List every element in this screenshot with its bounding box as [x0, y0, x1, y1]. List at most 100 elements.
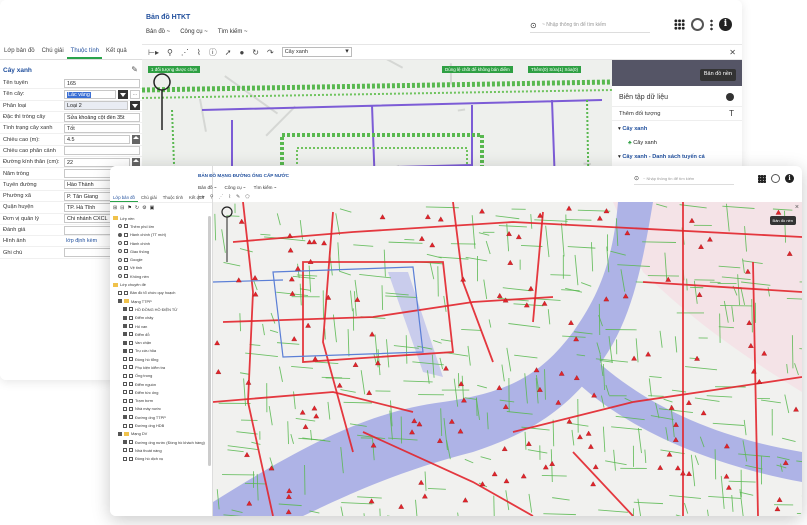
layer-swatch-icon[interactable] [129, 456, 133, 461]
tab-legend[interactable]: Chú giải [38, 44, 67, 59]
layer-swatch-icon[interactable] [129, 398, 133, 403]
select-tool-icon[interactable]: ⊢▸ [198, 194, 205, 200]
layer-tree-item[interactable]: Google [110, 255, 212, 263]
layer-tree-item[interactable]: Lớp chuyên đề [110, 280, 212, 288]
text-tool-icon[interactable]: T [729, 109, 734, 118]
checkbox[interactable] [123, 423, 127, 428]
polyline-tool-icon[interactable]: ⌇ [229, 194, 231, 200]
dropdown-arrow-icon[interactable] [118, 89, 128, 99]
more-vertical-icon[interactable] [710, 18, 713, 31]
redo-tool-icon[interactable]: ↷ [267, 48, 274, 57]
attribute-value-field[interactable]: Loại 2 [64, 101, 128, 111]
checkbox-checked[interactable] [123, 315, 127, 320]
dropdown-arrow-icon[interactable] [130, 101, 140, 111]
layer-tree-item[interactable]: Điểm tức ống [110, 388, 212, 396]
checkbox-checked[interactable] [123, 415, 127, 420]
basemap-button[interactable]: Bản đồ nền [769, 216, 796, 225]
user-avatar-icon[interactable] [691, 18, 704, 31]
folder-icon[interactable] [124, 431, 129, 436]
checkbox[interactable] [123, 382, 127, 387]
radio-button[interactable] [118, 274, 122, 279]
info-icon[interactable]: i [719, 18, 732, 31]
layer-swatch-icon[interactable] [129, 373, 133, 378]
close-panel-icon[interactable] [726, 93, 734, 101]
layer-tree-item[interactable]: Hố van [110, 322, 212, 330]
checkbox[interactable] [123, 357, 127, 362]
checkbox[interactable] [123, 398, 127, 403]
layer-swatch-icon[interactable] [124, 224, 128, 229]
layer-swatch-icon[interactable] [129, 324, 133, 328]
checkbox-checked[interactable] [118, 299, 122, 304]
radio-button[interactable] [118, 241, 122, 246]
attribute-value-field[interactable]: Lác vàng [64, 89, 116, 99]
layer-swatch-icon[interactable] [129, 382, 133, 387]
search-input[interactable]: ⊙ ~ Nhập thông tin để tìm kiếm [634, 176, 734, 185]
layer-swatch-icon[interactable] [129, 406, 133, 411]
layer-tree-item[interactable]: Nhà thoát nàng [110, 446, 212, 454]
layer-tree-item[interactable]: Điểm nguồn [110, 380, 212, 388]
layer-swatch-icon[interactable] [124, 249, 128, 254]
layer-swatch-icon[interactable] [129, 340, 133, 345]
folder-icon[interactable] [113, 282, 118, 287]
layer-tree-item[interactable]: Mạng TTPP [110, 297, 212, 305]
close-icon[interactable]: × [795, 204, 799, 211]
menu-tools[interactable]: Công cụ ~ [180, 29, 208, 35]
user-avatar-icon[interactable] [771, 174, 780, 183]
apps-grid-icon[interactable] [758, 174, 766, 183]
checkbox-checked[interactable] [123, 332, 127, 337]
menu-map[interactable]: Bản đồ ~ [198, 185, 217, 190]
layer-tree-item[interactable]: Thêm phố lớn [110, 222, 212, 230]
measure-tool-icon[interactable]: ⋰ [181, 48, 189, 57]
tab-attributes[interactable]: Thuộc tính [66, 44, 103, 59]
checkbox[interactable] [118, 290, 122, 295]
layer-swatch-icon[interactable] [124, 241, 128, 246]
checkbox[interactable] [123, 456, 127, 461]
layer-tree-item[interactable]: Không nền [110, 272, 212, 280]
filter-icon[interactable]: ⚑ [127, 205, 131, 214]
checkbox[interactable] [123, 390, 127, 395]
layer-select[interactable]: Cây xanh [281, 47, 352, 57]
tab-attributes[interactable]: Thuộc tính [160, 195, 186, 202]
area-tool-icon[interactable]: ⬠ [245, 194, 249, 200]
layer-tree-item[interactable]: Hành chính (TT mới) [110, 231, 212, 239]
layer-tree-item[interactable]: Bản đồ tổ chức quy hoạch [110, 289, 212, 297]
radio-button[interactable] [118, 257, 122, 262]
tab-legend[interactable]: Chú giải [138, 195, 160, 202]
menu-search[interactable]: Tìm kiếm ~ [218, 29, 248, 35]
layer-tree-item[interactable]: Đồng hồ tổng [110, 355, 212, 363]
tree-scrollbar[interactable] [208, 216, 211, 466]
layer-tree-item[interactable]: Giao thông [110, 247, 212, 255]
search-input[interactable]: ⊙ ~ Nhập thông tin để tìm kiếm [530, 21, 650, 33]
layer-tree-item[interactable]: Đường ống nước (Đồng hồ khách hàng) [110, 438, 212, 446]
tab-layers[interactable]: Lớp bản đồ [110, 195, 138, 202]
attribute-value-field[interactable]: 4.5 [64, 135, 130, 145]
layer-swatch-icon[interactable] [129, 390, 133, 395]
refresh-icon[interactable]: ↻ [135, 205, 139, 214]
measure-tool-icon[interactable]: ⋰ [219, 194, 224, 200]
radio-button[interactable] [118, 265, 122, 270]
layer-tree-item[interactable]: Trụ cứu hỏa [110, 347, 212, 355]
layer-tree-item[interactable]: Điểm đỗ [110, 330, 212, 338]
layer-tree-item[interactable]: Đồng hồ dịch vụ [110, 455, 212, 463]
layer-tree-item[interactable]: HỒ ĐỒNG HỒ ĐIỆN TỬ [110, 305, 212, 313]
attribute-value-field[interactable]: Sửa khoảng cột đèn 35t [64, 112, 140, 122]
layer-tree-item[interactable]: Vệ tinh [110, 264, 212, 272]
layer-tree-item[interactable]: Ống trong [110, 372, 212, 380]
export-icon[interactable]: ▣ [150, 205, 155, 214]
front-map-canvas[interactable] [213, 202, 802, 516]
layer-tree-item[interactable]: Trạm bơm [110, 397, 212, 405]
layer-tree-item[interactable]: Đường ống HDB [110, 421, 212, 429]
select-tool-icon[interactable]: ⊢▸ [148, 48, 159, 57]
layer-swatch-icon[interactable] [124, 290, 128, 295]
checkbox[interactable] [123, 448, 127, 453]
layer-tree-item[interactable]: Nhà máy nước [110, 405, 212, 413]
checkbox[interactable] [123, 365, 127, 370]
layer-tree-item[interactable]: Lớp nền [110, 214, 212, 222]
basemap-button[interactable]: Bản đồ nền [699, 69, 736, 81]
polyline-tool-icon[interactable]: ⌇ [197, 48, 201, 57]
pointer-tool-icon[interactable]: ➚ [225, 48, 232, 57]
layer-tree-item[interactable]: Phụ kiện kiểm tra [110, 363, 212, 371]
layer-tree-item[interactable]: Mạng DV [110, 430, 212, 438]
info-tool-icon[interactable]: ⓘ [209, 47, 217, 58]
layer-tree-item[interactable]: Hành chính [110, 239, 212, 247]
